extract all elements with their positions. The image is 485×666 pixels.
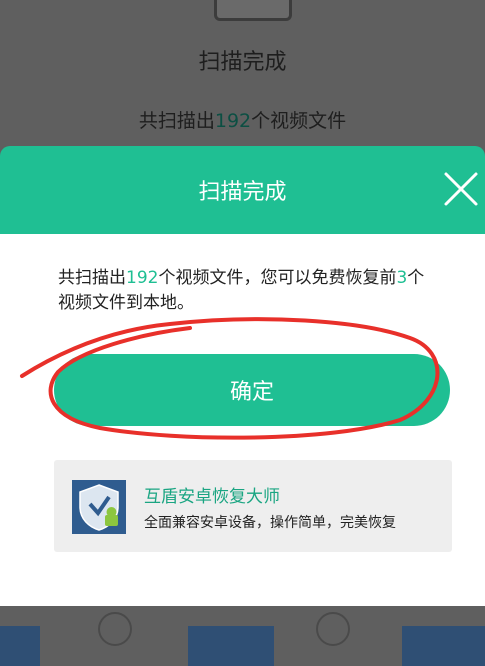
background-circle: [316, 612, 350, 646]
close-icon: [444, 172, 478, 206]
background-title: 扫描完成: [198, 50, 287, 75]
background-summary-count: 192: [214, 110, 252, 132]
close-button[interactable]: [440, 168, 482, 210]
promo-app-name: 互盾安卓恢复大师: [144, 487, 280, 507]
dialog-body: 共扫描出192个视频文件，您可以免费恢复前3个视频文件到本地。 确定 互盾安卓恢…: [0, 234, 485, 606]
background-summary-suffix: 个视频文件: [251, 110, 347, 132]
shield-android-logo-icon: [72, 480, 126, 534]
message-part1: 共扫描出: [58, 268, 126, 288]
message-count: 192: [126, 268, 159, 288]
background-summary-prefix: 共扫描出: [138, 110, 215, 132]
background-circle: [98, 612, 132, 646]
promo-app-card[interactable]: 互盾安卓恢复大师 全面兼容安卓设备，操作简单，完美恢复: [54, 460, 452, 552]
scan-complete-dialog: 扫描完成 共扫描出192个视频文件，您可以免费恢复前3个视频文件到本地。 确定 …: [0, 146, 485, 606]
background-tile: [188, 626, 274, 666]
background-app-icon: [214, 0, 292, 21]
background-summary: 共扫描出192个视频文件: [0, 106, 485, 133]
dialog-message: 共扫描出192个视频文件，您可以免费恢复前3个视频文件到本地。: [58, 266, 438, 316]
dialog-title: 扫描完成: [198, 180, 287, 205]
confirm-button[interactable]: 确定: [54, 354, 450, 426]
message-part2: 个视频文件，您可以免费恢复前: [158, 268, 397, 288]
dialog-header: 扫描完成: [0, 146, 485, 234]
message-free-count: 3: [396, 268, 408, 288]
promo-app-description: 全面兼容安卓设备，操作简单，完美恢复: [144, 515, 396, 531]
background-tile: [0, 626, 40, 666]
background-tile: [402, 626, 485, 666]
